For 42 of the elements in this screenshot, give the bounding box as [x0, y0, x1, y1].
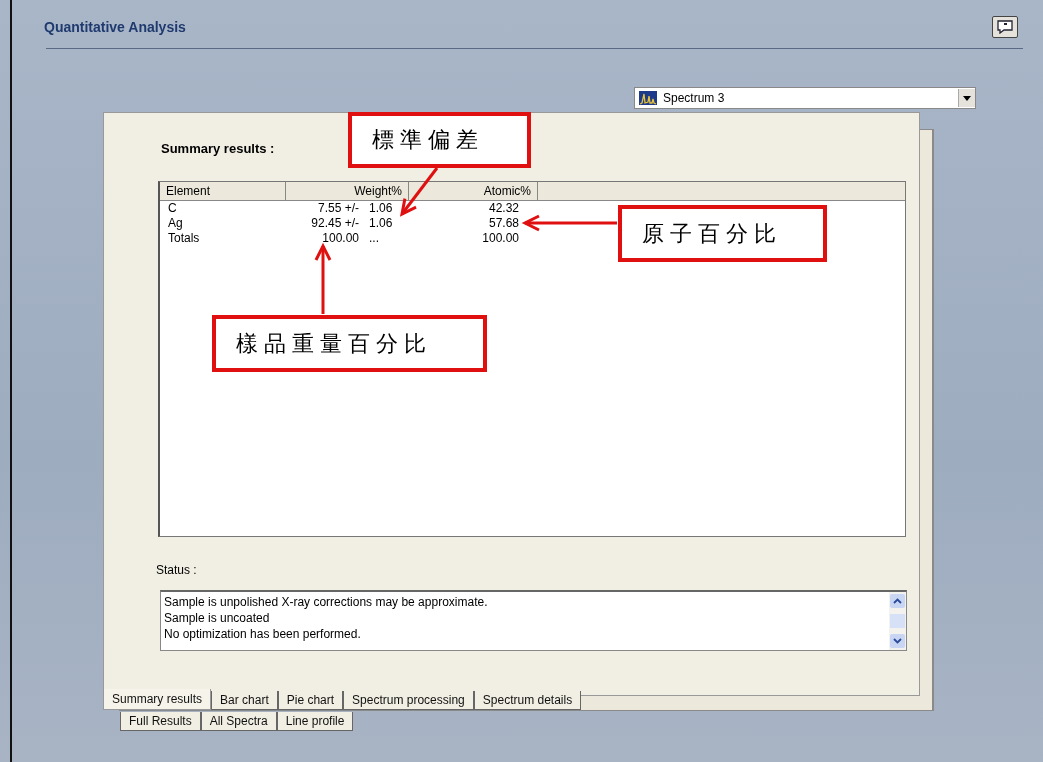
table-cell-text: 7.55 +/-: [316, 201, 360, 216]
status-label: Status :: [156, 563, 198, 577]
scrollbar-thumb[interactable]: [890, 614, 905, 628]
table-cell-text: 42.32: [487, 201, 520, 216]
tab[interactable]: Summary results: [103, 689, 212, 710]
table-cell-text: ...: [368, 231, 380, 246]
section-heading: Summary results :: [161, 141, 276, 156]
column-header[interactable]: Weight%: [286, 182, 409, 201]
column-header[interactable]: Element: [160, 182, 286, 201]
tab[interactable]: Spectrum processing: [343, 691, 474, 710]
callout-box: 樣品重量百分比: [212, 315, 487, 372]
scroll-up-button[interactable]: [890, 594, 905, 608]
status-message: Sample is uncoated: [164, 610, 271, 626]
callout-box: 標準偏差: [348, 112, 531, 168]
chevron-down-icon: [893, 638, 902, 644]
table-cell-text: Totals: [167, 231, 201, 246]
status-message: Sample is unpolished X-ray corrections may be approximate.: [164, 594, 489, 610]
help-button[interactable]: [992, 16, 1018, 38]
table-cell-text: 92.45 +/-: [310, 216, 360, 231]
scroll-down-button[interactable]: [890, 634, 905, 648]
table-cell-text: 100.00: [481, 231, 520, 246]
speech-bubble-icon: [996, 20, 1014, 34]
tab[interactable]: Pie chart: [277, 691, 344, 710]
status-message: No optimization has been performed.: [164, 626, 362, 642]
window-title: Quantitative Analysis: [44, 19, 186, 35]
table-cell-text: 1.06: [368, 216, 394, 231]
spectrum-icon: [639, 91, 657, 105]
tab[interactable]: Bar chart: [211, 691, 278, 710]
table-cell-text: Ag: [167, 216, 184, 231]
table-cell-text: 1.06: [368, 201, 394, 216]
table-cell-text: C: [167, 201, 178, 216]
tab[interactable]: Spectrum details: [473, 691, 582, 710]
tab[interactable]: All Spectra: [200, 712, 277, 731]
callout-arrow: [314, 242, 332, 314]
table-cell-text: 100.00: [321, 231, 360, 246]
column-header[interactable]: Atomic%: [409, 182, 538, 201]
tab[interactable]: Line profile: [276, 712, 354, 731]
tab[interactable]: Full Results: [120, 712, 201, 731]
spectrum-dropdown[interactable]: Spectrum 3: [634, 87, 976, 109]
chevron-up-icon: [893, 598, 902, 604]
callout-box: 原子百分比: [618, 205, 827, 262]
table-cell-text: 57.68: [487, 216, 520, 231]
